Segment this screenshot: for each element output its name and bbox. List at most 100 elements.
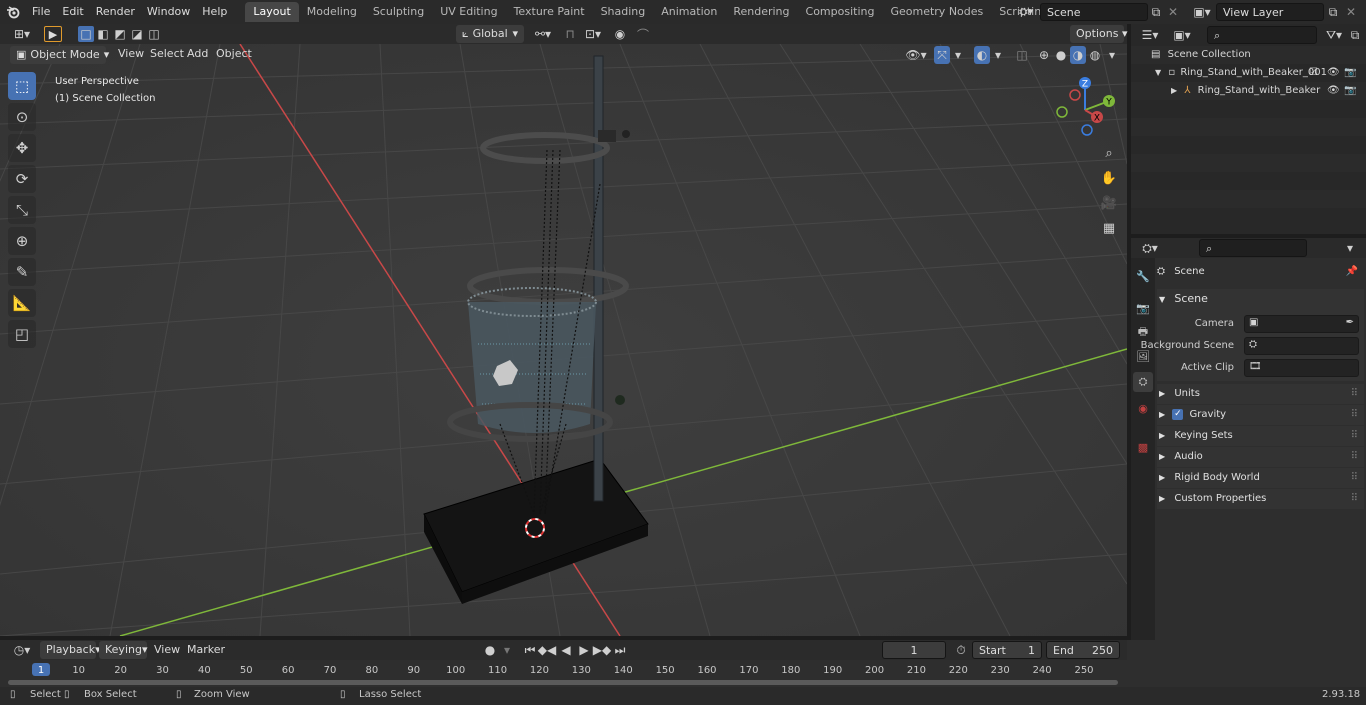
menu-file[interactable]: File bbox=[26, 0, 56, 24]
select-mode-intersect-icon[interactable]: ◫ bbox=[146, 26, 162, 42]
playback-dropdown[interactable]: Playback▾ bbox=[40, 641, 101, 659]
scene-icon[interactable]: ⛭▾ bbox=[1012, 3, 1040, 21]
timeline-menu-marker[interactable]: Marker bbox=[181, 640, 231, 660]
select-mode-extend-icon[interactable]: ◧ bbox=[95, 26, 111, 42]
close-view-layer-icon[interactable]: ✕ bbox=[1344, 3, 1358, 21]
background-scene-field[interactable]: ⛭ bbox=[1244, 337, 1359, 355]
rotate-tool-icon[interactable]: ⟳ bbox=[8, 165, 36, 193]
tab-modeling[interactable]: Modeling bbox=[299, 2, 365, 22]
start-frame-field[interactable]: Start 1 bbox=[972, 641, 1042, 659]
scene-panel-header[interactable]: ▼ Scene bbox=[1157, 289, 1364, 309]
pin-icon[interactable]: 📌 bbox=[1346, 262, 1358, 282]
exclude-checkbox-icon[interactable]: ☑ bbox=[1309, 64, 1318, 82]
gravity-checkbox[interactable]: ✓ bbox=[1172, 408, 1184, 420]
new-view-layer-icon[interactable]: ⧉ bbox=[1325, 3, 1341, 21]
transform-tool-icon[interactable]: ⊕ bbox=[8, 227, 36, 255]
drag-handle-icon[interactable]: ⠿ bbox=[1351, 405, 1358, 425]
blender-logo-icon[interactable] bbox=[0, 0, 26, 24]
proportional-edit-icon[interactable]: ◉ bbox=[612, 26, 628, 42]
texture-tab-icon[interactable]: ▩ bbox=[1133, 437, 1153, 457]
custom-properties-panel-header[interactable]: ▶ Custom Properties ⠿ bbox=[1157, 489, 1364, 509]
tool-tab-icon[interactable]: 🔧 bbox=[1133, 266, 1153, 286]
outliner-row-collection[interactable]: ▼ ▫ Ring_Stand_with_Beaker_001 ☑ 👁 📷 bbox=[1131, 64, 1366, 82]
scale-tool-icon[interactable]: ⤡ bbox=[8, 196, 36, 224]
camera-icon[interactable]: 📷 bbox=[1344, 64, 1356, 82]
cursor-tool-icon[interactable]: ⊙ bbox=[8, 103, 36, 131]
outliner-editor-type-icon[interactable]: ☰▾ bbox=[1137, 26, 1163, 44]
falloff-icon[interactable]: ⌒ bbox=[632, 26, 654, 42]
new-collection-icon[interactable]: ⧉ bbox=[1347, 26, 1363, 44]
gravity-panel-header[interactable]: ▶ ✓ Gravity ⠿ bbox=[1157, 405, 1364, 425]
timeline-scrollbar[interactable] bbox=[8, 680, 1118, 685]
jump-end-icon[interactable]: ⏭ bbox=[612, 641, 628, 659]
eye-icon[interactable]: 👁 bbox=[1327, 64, 1340, 82]
end-frame-field[interactable]: End 250 bbox=[1046, 641, 1120, 659]
active-clip-field[interactable]: 🎞 bbox=[1244, 359, 1359, 377]
current-frame-field[interactable]: 1 bbox=[882, 641, 946, 659]
view-layer-icon[interactable]: ▣▾ bbox=[1188, 3, 1216, 21]
transform-orientation-dropdown[interactable]: ⟀ Global ▾ bbox=[456, 25, 524, 43]
mode-dropdown[interactable]: ▣ Object Mode ▾ bbox=[10, 46, 109, 64]
outliner-row-object[interactable]: ▶ ⅄ Ring_Stand_with_Beaker 👁 📷 bbox=[1131, 82, 1366, 100]
select-mode-new-icon[interactable]: □ bbox=[78, 26, 94, 42]
rendered-shading-icon[interactable]: ◍ bbox=[1087, 46, 1103, 64]
drag-handle-icon[interactable]: ⠿ bbox=[1351, 489, 1358, 509]
units-panel-header[interactable]: ▶ Units ⠿ bbox=[1157, 384, 1364, 404]
play-reverse-icon[interactable]: ◀ bbox=[558, 641, 574, 659]
keying-sets-panel-header[interactable]: ▶ Keying Sets ⠿ bbox=[1157, 426, 1364, 446]
drag-handle-icon[interactable]: ⠿ bbox=[1351, 426, 1358, 446]
visibility-icon[interactable]: 👁▾ bbox=[904, 46, 928, 64]
gizmo-dropdown-icon[interactable]: ▾ bbox=[952, 46, 964, 64]
shading-dropdown-icon[interactable]: ▾ bbox=[1106, 46, 1118, 64]
scene-name-field[interactable]: Scene bbox=[1040, 3, 1148, 21]
select-mode-subtract-icon[interactable]: ◩ bbox=[112, 26, 128, 42]
menu-help[interactable]: Help bbox=[196, 0, 233, 24]
tab-rendering[interactable]: Rendering bbox=[725, 2, 797, 22]
properties-options-icon[interactable]: ▾ bbox=[1341, 239, 1359, 257]
audio-panel-header[interactable]: ▶ Audio ⠿ bbox=[1157, 447, 1364, 467]
outliner-row-scene-collection[interactable]: ▤ Scene Collection bbox=[1131, 46, 1366, 64]
tab-sculpting[interactable]: Sculpting bbox=[365, 2, 432, 22]
pan-hand-icon[interactable]: ✋ bbox=[1098, 167, 1120, 189]
gizmo-toggle-icon[interactable]: ⤧ bbox=[934, 46, 950, 64]
tab-uv-editing[interactable]: UV Editing bbox=[432, 2, 505, 22]
drag-handle-icon[interactable]: ⠿ bbox=[1351, 468, 1358, 488]
overlays-toggle-icon[interactable]: ◐ bbox=[974, 46, 990, 64]
zoom-icon[interactable]: ⌕ bbox=[1098, 142, 1120, 164]
eye-icon[interactable]: 👁 bbox=[1327, 82, 1340, 100]
menu-edit[interactable]: Edit bbox=[56, 0, 89, 24]
stopwatch-icon[interactable]: ⏱ bbox=[952, 641, 970, 659]
options-dropdown[interactable]: Options ▾ bbox=[1070, 25, 1127, 43]
wireframe-shading-icon[interactable]: ⊕ bbox=[1036, 46, 1052, 64]
solid-shading-icon[interactable]: ● bbox=[1053, 46, 1069, 64]
snap-target-icon[interactable]: ⊡▾ bbox=[580, 26, 606, 42]
properties-editor-type-icon[interactable]: ⛭▾ bbox=[1137, 239, 1163, 257]
timeline-editor-type-icon[interactable]: ◷▾ bbox=[8, 641, 36, 659]
measure-tool-icon[interactable]: 📐 bbox=[8, 289, 36, 317]
keying-dropdown[interactable]: Keying▾ bbox=[99, 641, 147, 659]
expand-arrow-icon[interactable]: ▼ bbox=[1155, 68, 1161, 77]
record-icon[interactable]: ● bbox=[482, 641, 498, 659]
rigid-body-world-panel-header[interactable]: ▶ Rigid Body World ⠿ bbox=[1157, 468, 1364, 488]
material-shading-icon[interactable]: ◑ bbox=[1070, 46, 1086, 64]
add-cube-tool-icon[interactable]: ◰ bbox=[8, 320, 36, 348]
jump-start-icon[interactable]: ⏮ bbox=[522, 641, 538, 659]
pivot-point-icon[interactable]: ⚯▾ bbox=[530, 26, 556, 42]
jump-keyframe-forward-icon[interactable]: ▶◆ bbox=[593, 641, 611, 659]
snap-toggle-icon[interactable]: ⊓ bbox=[562, 26, 578, 42]
xray-toggle-icon[interactable]: ◫ bbox=[1014, 46, 1030, 64]
ortho-toggle-icon[interactable]: ▦ bbox=[1098, 217, 1120, 239]
camera-view-icon[interactable]: 🎥 bbox=[1098, 192, 1120, 214]
tab-layout[interactable]: Layout bbox=[245, 2, 299, 22]
3d-viewport[interactable]: User Perspective (1) Scene Collection Z … bbox=[0, 44, 1127, 636]
view-layer-field[interactable]: View Layer bbox=[1216, 3, 1324, 21]
eyedropper-icon[interactable]: ✒ bbox=[1346, 317, 1354, 328]
menu-window[interactable]: Window bbox=[141, 0, 196, 24]
tab-texture-paint[interactable]: Texture Paint bbox=[506, 2, 593, 22]
tab-animation[interactable]: Animation bbox=[653, 2, 725, 22]
overlays-dropdown-icon[interactable]: ▾ bbox=[992, 46, 1004, 64]
expand-arrow-icon[interactable]: ▶ bbox=[1171, 86, 1177, 95]
camera-field[interactable]: ▣ ✒ bbox=[1244, 315, 1359, 333]
jump-keyframe-back-icon[interactable]: ◆◀ bbox=[538, 641, 556, 659]
move-tool-icon[interactable]: ✥ bbox=[8, 134, 36, 162]
